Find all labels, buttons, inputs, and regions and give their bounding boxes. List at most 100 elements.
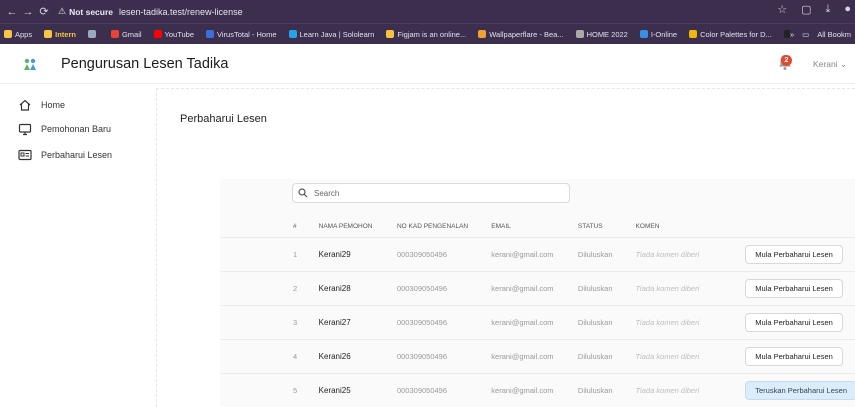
- table-row: 2 Kerani28 000309050496 kerani@gmail.com Dil…: [220, 270, 855, 305]
- bookmark-label: HOME 2022: [586, 29, 628, 39]
- warning-icon: ⚠: [58, 6, 67, 16]
- monitor-icon: [18, 123, 32, 136]
- sidebar-item-home[interactable]: Home: [0, 95, 150, 115]
- applicant-name: Kerani29: [318, 236, 397, 271]
- continue-renewal-button[interactable]: Teruskan Perbaharui Lesen: [745, 380, 855, 400]
- forward-arrow-icon[interactable]: →: [20, 6, 36, 18]
- gmail-icon: [110, 30, 119, 38]
- email: kerani@gmail.com: [491, 372, 578, 407]
- comment: Tiada komen diberi: [635, 304, 746, 339]
- star-icon[interactable]: ☆: [777, 3, 787, 16]
- more-bookmarks-button[interactable]: »: [790, 30, 794, 39]
- status: Diluluskan: [577, 338, 636, 373]
- bookmark-label: Figjam is an online...: [397, 29, 467, 39]
- download-icon[interactable]: ⤓: [825, 3, 830, 16]
- action-cell: Mula Perbaharui Lesen: [745, 236, 855, 271]
- bookmark-label: Learn Java | Sololearn: [299, 29, 375, 39]
- status: Diluluskan: [577, 236, 636, 271]
- bookmark-item[interactable]: Apps: [4, 30, 32, 39]
- wallpaperflare-icon: [478, 30, 487, 38]
- sidebar-item-pemohonan-baru[interactable]: Pemohonan Baru: [0, 119, 150, 139]
- table-row: 3 Kerani27 000309050496 kerani@gmail.com Dil…: [220, 304, 855, 339]
- start-renewal-button[interactable]: Mula Perbaharui Lesen: [745, 244, 843, 264]
- email: kerani@gmail.com: [491, 270, 578, 305]
- back-arrow-icon[interactable]: ←: [4, 6, 20, 18]
- row-number: 5: [220, 372, 319, 407]
- action-cell: Mula Perbaharui Lesen: [745, 304, 855, 339]
- page-title: Perbaharui Lesen: [180, 113, 267, 125]
- user-menu[interactable]: Kerani ⌄: [813, 59, 847, 70]
- browser-toolbar: ← → ⟳ ⚠ Not secure lesen-tadika.test/ren…: [0, 0, 855, 23]
- all-bookmarks-button[interactable]: All Bookm: [817, 30, 851, 39]
- extensions-icon[interactable]: ▢: [801, 3, 811, 16]
- home-icon: [575, 30, 584, 38]
- bookmark-item[interactable]: HOME 2022: [575, 29, 628, 39]
- column-header-email: EMAIL: [491, 222, 511, 230]
- home-icon: [19, 99, 31, 111]
- email: kerani@gmail.com: [491, 338, 578, 373]
- applicant-name: Kerani26: [318, 338, 397, 373]
- email: kerani@gmail.com: [491, 236, 578, 271]
- table-body: 1 Kerani29 000309050496 kerani@gmail.com Dil…: [220, 236, 855, 407]
- bookmark-label: YouTube: [164, 29, 195, 39]
- bookmark-item[interactable]: [87, 30, 99, 38]
- table-row: 4 Kerani26 000309050496 kerani@gmail.com Dil…: [220, 338, 855, 373]
- id-card-icon: [18, 149, 32, 161]
- bookmark-item[interactable]: YouTube: [153, 29, 195, 39]
- license-table-card: # NAMA PEMOHON NO KAD PENGENALAN EMAIL S…: [220, 179, 855, 407]
- table-header-row: # NAMA PEMOHON NO KAD PENGENALAN EMAIL S…: [220, 216, 855, 237]
- bookmark-item[interactable]: Color Palettes for D...: [689, 30, 772, 39]
- license-table: # NAMA PEMOHON NO KAD PENGENALAN EMAIL S…: [220, 216, 855, 407]
- start-renewal-button[interactable]: Mula Perbaharui Lesen: [745, 278, 843, 298]
- grid-icon: [87, 30, 96, 38]
- column-header-komen: KOMEN: [635, 222, 660, 230]
- search-icon: [298, 188, 308, 198]
- sidebar: Home Pemohonan Baru Perbaharui Lesen: [0, 85, 150, 407]
- action-cell: Mula Perbaharui Lesen: [745, 338, 855, 373]
- start-renewal-button[interactable]: Mula Perbaharui Lesen: [745, 312, 843, 332]
- status: Diluluskan: [577, 270, 636, 305]
- bookmark-label: Apps: [15, 29, 33, 39]
- bookmark-item[interactable]: Wallpaperflare - Bea...: [478, 30, 564, 39]
- status: Diluluskan: [577, 304, 636, 339]
- bookmark-item[interactable]: I-Online: [639, 30, 677, 39]
- comment: Tiada komen diberi: [635, 270, 746, 305]
- main-content: Perbaharui Lesen # NAMA PEMOHON NO KAD P…: [156, 88, 855, 407]
- bookmark-item[interactable]: VirusTotal - Home: [206, 30, 277, 39]
- search-input[interactable]: [314, 188, 554, 198]
- bookmark-label: Gmail: [121, 29, 142, 39]
- applicant-name: Kerani25: [318, 372, 397, 407]
- url-text[interactable]: lesen-tadika.test/renew-license: [119, 7, 243, 17]
- bookmark-item[interactable]: Gmail: [110, 29, 142, 39]
- table-row: 1 Kerani29 000309050496 kerani@gmail.com Dil…: [220, 236, 855, 271]
- bookmark-item[interactable]: Figjam is an online...: [386, 30, 466, 39]
- comment: Tiada komen diberi: [635, 338, 746, 373]
- search-box[interactable]: [292, 183, 570, 203]
- bookmark-item[interactable]: Learn Java | Sololearn: [288, 29, 375, 39]
- applicant-name: Kerani28: [318, 270, 397, 305]
- security-chip[interactable]: Not secure: [69, 7, 113, 17]
- bookmark-item[interactable]: Intern: [44, 30, 76, 39]
- comment: Tiada komen diberi: [635, 372, 746, 407]
- applicant-name: Kerani27: [318, 304, 397, 339]
- row-number: 3: [220, 304, 319, 339]
- sidebar-item-label: Perbaharui Lesen: [41, 150, 113, 160]
- column-header-ic: NO KAD PENGENALAN: [396, 222, 469, 230]
- reload-icon[interactable]: ⟳: [36, 5, 52, 18]
- sidebar-item-perbaharui-lesen[interactable]: Perbaharui Lesen: [0, 145, 150, 165]
- palette-icon: [689, 30, 698, 38]
- folder-icon: ▭: [802, 30, 810, 39]
- start-renewal-button[interactable]: Mula Perbaharui Lesen: [745, 346, 843, 366]
- action-cell: Mula Perbaharui Lesen: [745, 270, 855, 305]
- kindergarten-logo-icon: [24, 58, 36, 70]
- address-bar[interactable]: ⚠ Not secure lesen-tadika.test/renew-lic…: [58, 3, 243, 20]
- sidebar-item-label: Home: [41, 100, 66, 110]
- column-header-action: [745, 216, 855, 237]
- bookmark-label: Intern: [55, 29, 76, 39]
- profile-icon[interactable]: ●: [844, 3, 851, 16]
- sidebar-item-label: Pemohonan Baru: [41, 124, 112, 134]
- app-title: Pengurusan Lesen Tadika: [61, 55, 229, 72]
- row-number: 4: [220, 338, 319, 373]
- bookmarks-bar: Apps Intern Gmail YouTube VirusTotal - Home L…: [0, 23, 855, 44]
- youtube-icon: [153, 30, 162, 38]
